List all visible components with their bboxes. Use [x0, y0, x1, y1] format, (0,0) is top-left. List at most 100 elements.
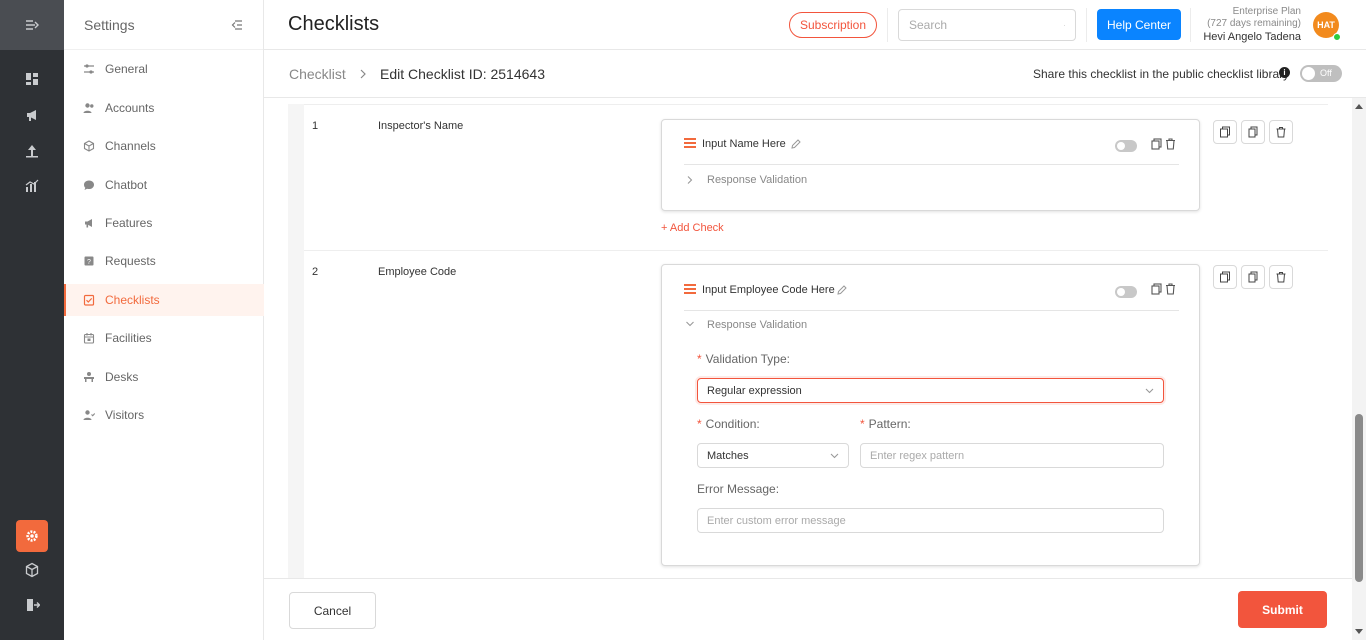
- sidebar-item-label: Features: [105, 216, 153, 230]
- trash-icon[interactable]: [1165, 138, 1176, 150]
- search-input[interactable]: [909, 18, 1064, 32]
- row-divider: [288, 104, 1328, 105]
- header-divider: [887, 8, 888, 42]
- sidebar-item-label: Checklists: [105, 293, 160, 307]
- rail-analytics-button[interactable]: [0, 137, 64, 165]
- rail-collapse-button[interactable]: [0, 0, 64, 50]
- error-message-input[interactable]: [697, 508, 1164, 533]
- plan-info: Enterprise Plan (727 days remaining) Hev…: [1203, 6, 1301, 43]
- row-question-name[interactable]: Inspector's Name: [378, 120, 463, 132]
- dashboard-icon: [26, 73, 38, 85]
- rail-reports-button[interactable]: [0, 172, 64, 200]
- checklist-icon: [82, 293, 96, 307]
- chevron-down-icon: [1145, 388, 1154, 394]
- duplicate-row-button[interactable]: [1213, 265, 1237, 289]
- sidebar-item-general[interactable]: General: [64, 53, 264, 85]
- cube-icon: [82, 139, 96, 153]
- rail-logout-button[interactable]: [0, 591, 64, 619]
- breadcrumb-bar: Checklist Edit Checklist ID: 2514643 Sha…: [264, 50, 1366, 98]
- visitor-icon: [82, 408, 96, 422]
- sidebar-item-visitors[interactable]: Visitors: [64, 399, 264, 431]
- sidebar-item-label: Requests: [105, 254, 156, 268]
- required-toggle[interactable]: [1115, 286, 1137, 298]
- content-scrollbar[interactable]: [1352, 98, 1366, 640]
- chevron-down-icon: [830, 453, 839, 459]
- top-header: Checklists Subscription Help Center Ente…: [264, 0, 1366, 50]
- response-validation-toggle[interactable]: Response Validation: [707, 319, 807, 331]
- add-check-button[interactable]: + Add Check: [661, 222, 724, 234]
- validation-type-select[interactable]: Regular expression: [697, 378, 1164, 403]
- pattern-label: * Pattern:: [860, 417, 911, 431]
- row-actions: [1213, 265, 1293, 289]
- info-icon[interactable]: i: [1279, 67, 1290, 78]
- chevron-down-icon[interactable]: [686, 320, 694, 328]
- megaphone-icon: [82, 216, 96, 230]
- trash-icon[interactable]: [1165, 283, 1176, 295]
- duplicate-icon: [1220, 271, 1230, 283]
- duplicate-icon: [1220, 126, 1230, 138]
- rail-settings-button[interactable]: [16, 520, 48, 552]
- sidebar-item-facilities[interactable]: Facilities: [64, 322, 264, 354]
- row-drag-handle[interactable]: [288, 250, 304, 578]
- svg-text:?: ?: [87, 259, 91, 266]
- submit-button[interactable]: Submit: [1238, 591, 1327, 628]
- chevron-right-icon[interactable]: [686, 176, 694, 184]
- edit-pencil-icon[interactable]: [790, 138, 802, 150]
- check-input-label: Input Employee Code Here: [702, 284, 835, 296]
- response-validation-toggle[interactable]: Response Validation: [707, 174, 807, 186]
- rail-apps-button[interactable]: [0, 556, 64, 584]
- collapse-sidebar-icon[interactable]: [231, 19, 243, 31]
- user-name[interactable]: Hevi Angelo Tadena: [1203, 31, 1301, 43]
- app-rail: [0, 0, 64, 640]
- cancel-button[interactable]: Cancel: [289, 592, 376, 629]
- breadcrumb-root-link[interactable]: Checklist: [289, 66, 346, 82]
- breadcrumb-current: Edit Checklist ID: 2514643: [380, 66, 545, 82]
- toggle-state-label: Off: [1320, 68, 1332, 78]
- check-card: Input Name Here Response Validation: [661, 119, 1200, 211]
- search-box: [898, 9, 1076, 41]
- copy-icon: [1248, 271, 1258, 283]
- copy-icon[interactable]: [1151, 283, 1162, 295]
- desk-icon: [82, 370, 96, 384]
- checklist-editor: 1 Inspector's Name Input Name Here Respo…: [264, 98, 1366, 578]
- pattern-input[interactable]: [860, 443, 1164, 468]
- copy-row-button[interactable]: [1241, 265, 1265, 289]
- card-divider: [684, 164, 1179, 165]
- settings-sidebar: Settings General Accounts Channels Chatb…: [64, 0, 264, 640]
- duplicate-row-button[interactable]: [1213, 120, 1237, 144]
- sidebar-item-checklists[interactable]: Checklists: [64, 284, 264, 316]
- edit-pencil-icon[interactable]: [836, 284, 848, 296]
- breadcrumb-separator-icon: [359, 66, 367, 82]
- copy-icon[interactable]: [1151, 138, 1162, 150]
- sidebar-item-accounts[interactable]: Accounts: [64, 92, 264, 124]
- scroll-up-arrow-icon[interactable]: [1355, 104, 1363, 109]
- sidebar-title: Settings: [84, 16, 135, 33]
- sidebar-item-channels[interactable]: Channels: [64, 130, 264, 162]
- row-drag-handle[interactable]: [288, 104, 304, 250]
- sidebar-item-features[interactable]: Features: [64, 207, 264, 239]
- logout-icon: [27, 599, 40, 611]
- share-library-toggle[interactable]: Off: [1300, 65, 1342, 82]
- sidebar-item-chatbot[interactable]: Chatbot: [64, 169, 264, 201]
- condition-select[interactable]: Matches: [697, 443, 849, 468]
- required-toggle[interactable]: [1115, 140, 1137, 152]
- search-icon[interactable]: [1064, 19, 1065, 32]
- users-icon: [82, 101, 96, 115]
- trash-icon: [1276, 127, 1286, 138]
- row-question-name[interactable]: Employee Code: [378, 266, 456, 278]
- help-center-button[interactable]: Help Center: [1097, 9, 1181, 40]
- scrollbar-thumb[interactable]: [1355, 414, 1363, 582]
- copy-row-button[interactable]: [1241, 120, 1265, 144]
- sidebar-item-requests[interactable]: ? Requests: [64, 245, 264, 277]
- sidebar-item-label: Channels: [105, 139, 156, 153]
- delete-row-button[interactable]: [1269, 120, 1293, 144]
- sidebar-item-desks[interactable]: Desks: [64, 361, 264, 393]
- rail-dashboard-button[interactable]: [0, 65, 64, 93]
- delete-row-button[interactable]: [1269, 265, 1293, 289]
- text-lines-icon: [684, 284, 696, 296]
- validation-type-label: * Validation Type:: [697, 352, 790, 366]
- row-number: 1: [312, 120, 319, 132]
- scroll-down-arrow-icon[interactable]: [1355, 629, 1363, 634]
- rail-announcements-button[interactable]: [0, 101, 64, 129]
- subscription-button[interactable]: Subscription: [789, 12, 877, 38]
